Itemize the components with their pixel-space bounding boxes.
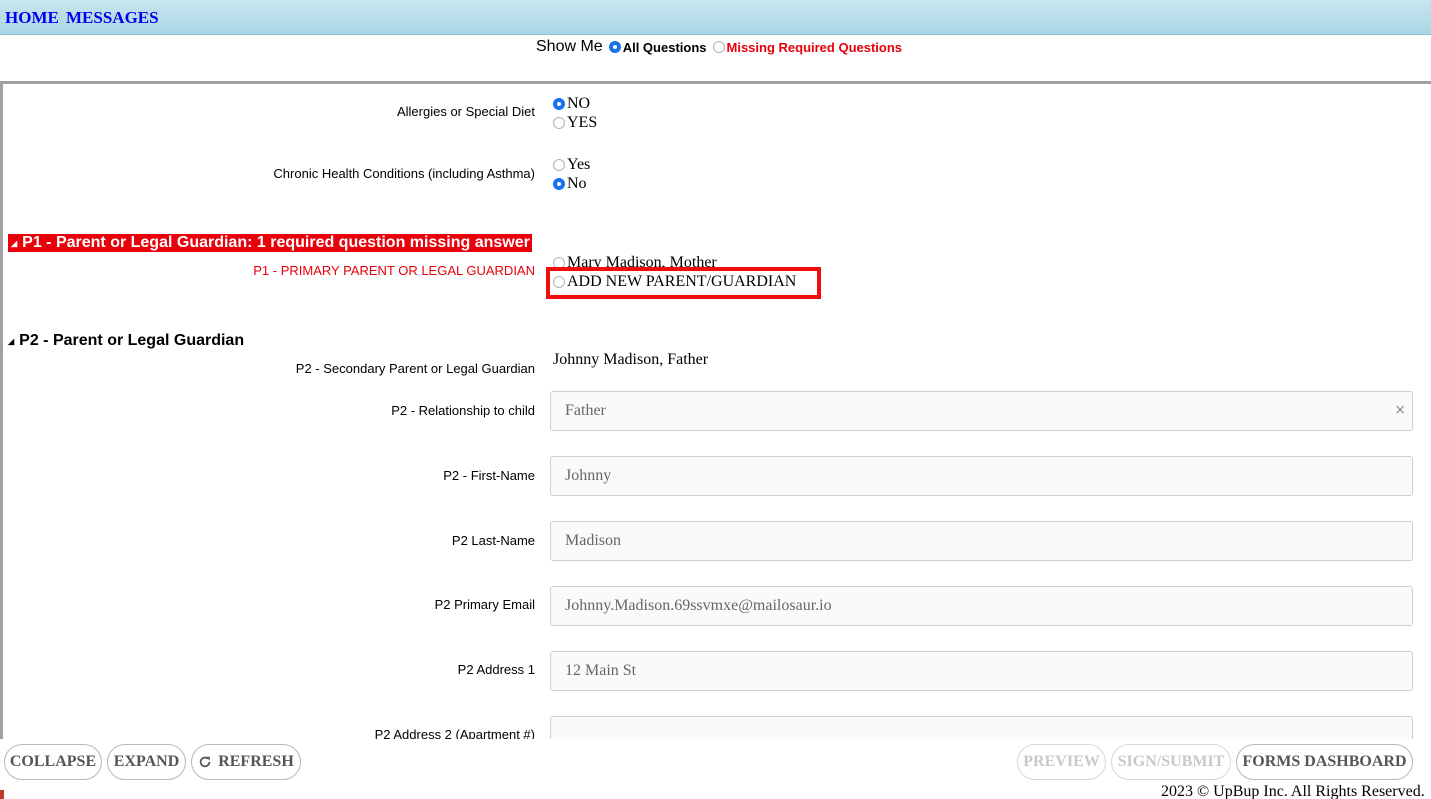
refresh-icon xyxy=(199,756,211,768)
sign-submit-button[interactable]: SIGN/SUBMIT xyxy=(1111,744,1231,780)
p2-first-name-input[interactable]: Johnny xyxy=(550,456,1413,496)
p2-last-name-value: Madison xyxy=(565,532,621,549)
p2-first-name-value: Johnny xyxy=(565,467,612,484)
collapse-triangle-icon: ◢ xyxy=(8,336,15,346)
radio-icon[interactable] xyxy=(553,98,565,110)
p2-section-header[interactable]: ◢ P2 - Parent or Legal Guardian xyxy=(8,332,244,350)
p1-option-existing-label: Mary Madison, Mother xyxy=(567,254,717,268)
allergies-option-yes-label: YES xyxy=(567,114,598,131)
p1-primary-guardian-label: P1 - PRIMARY PARENT OR LEGAL GUARDIAN xyxy=(253,263,535,278)
chronic-option-yes[interactable]: Yes xyxy=(553,156,590,174)
radio-icon[interactable] xyxy=(553,178,565,190)
nav-messages-link[interactable]: MESSAGES xyxy=(66,8,159,28)
allergies-option-no[interactable]: NO xyxy=(553,95,590,113)
accent-strip xyxy=(0,790,4,799)
allergies-label: Allergies or Special Diet xyxy=(396,104,535,119)
p2-email-value: Johnny.Madison.69ssvmxe@mailosaur.io xyxy=(565,597,832,614)
highlight-box xyxy=(546,267,821,299)
p1-section-header[interactable]: ◢ P1 - Parent or Legal Guardian: 1 requi… xyxy=(8,234,532,252)
p2-relationship-label: P2 - Relationship to child xyxy=(391,403,535,418)
p2-address2-input[interactable] xyxy=(550,716,1413,739)
chronic-option-yes-label: Yes xyxy=(567,156,591,173)
collapse-triangle-icon: ◢ xyxy=(11,238,18,248)
p2-address1-input[interactable]: 12 Main St xyxy=(550,651,1413,691)
show-missing-questions-label: Missing Required Questions xyxy=(726,39,903,55)
bottom-toolbar: COLLAPSE EXPAND REFRESH PREVIEW SIGN/SUB… xyxy=(0,739,1431,799)
p2-email-input[interactable]: Johnny.Madison.69ssvmxe@mailosaur.io xyxy=(550,586,1413,626)
p2-email-label: P2 Primary Email xyxy=(434,597,535,612)
preview-button[interactable]: PREVIEW xyxy=(1017,744,1106,780)
collapse-button[interactable]: COLLAPSE xyxy=(4,744,102,780)
allergies-option-yes[interactable]: YES xyxy=(553,114,597,132)
radio-icon[interactable] xyxy=(712,41,725,53)
clear-icon[interactable]: × xyxy=(1394,402,1406,418)
show-all-questions-label: All Questions xyxy=(622,39,707,55)
p2-relationship-value: Father xyxy=(565,402,606,419)
expand-button[interactable]: EXPAND xyxy=(107,744,186,780)
show-me-label: Show Me xyxy=(536,38,603,55)
radio-icon[interactable] xyxy=(608,41,621,53)
refresh-button-label: REFRESH xyxy=(218,753,294,770)
p2-last-name-input[interactable]: Madison xyxy=(550,521,1413,561)
p2-address2-label: P2 Address 2 (Apartment #) xyxy=(374,727,535,739)
top-nav-bar: HOME MESSAGES xyxy=(0,0,1431,35)
p2-section-title: P2 - Parent or Legal Guardian xyxy=(19,332,245,349)
show-missing-questions-option[interactable]: Missing Required Questions xyxy=(712,39,903,55)
p1-section-title: P1 - Parent or Legal Guardian: 1 require… xyxy=(22,234,530,251)
show-me-filter: Show Me All Questions Missing Required Q… xyxy=(536,36,908,58)
forms-dashboard-button[interactable]: FORMS DASHBOARD xyxy=(1236,744,1413,780)
radio-icon[interactable] xyxy=(553,159,565,171)
p2-secondary-guardian-value: Johnny Madison, Father xyxy=(553,351,709,368)
radio-icon[interactable] xyxy=(553,117,565,129)
p2-first-name-label: P2 - First-Name xyxy=(443,468,535,483)
allergies-option-no-label: NO xyxy=(567,95,591,112)
show-all-questions-option[interactable]: All Questions xyxy=(608,39,707,55)
refresh-button[interactable]: REFRESH xyxy=(191,744,301,780)
chronic-conditions-label: Chronic Health Conditions (including Ast… xyxy=(273,166,535,181)
p2-secondary-guardian-label: P2 - Secondary Parent or Legal Guardian xyxy=(295,361,535,376)
p2-address1-value: 12 Main St xyxy=(565,662,637,679)
p1-option-existing[interactable]: Mary Madison, Mother xyxy=(553,254,717,268)
footer-copyright: 2023 © UpBup Inc. All Rights Reserved. xyxy=(1161,783,1425,799)
p2-relationship-select[interactable]: Father × xyxy=(550,391,1413,431)
chronic-option-no[interactable]: No xyxy=(553,175,587,193)
chronic-option-no-label: No xyxy=(567,175,587,192)
form-content-panel: Allergies or Special Diet NO YES Chronic… xyxy=(0,81,1431,739)
p2-address1-label: P2 Address 1 xyxy=(457,662,535,677)
p2-last-name-label: P2 Last-Name xyxy=(451,533,535,548)
nav-home-link[interactable]: HOME xyxy=(5,8,59,28)
